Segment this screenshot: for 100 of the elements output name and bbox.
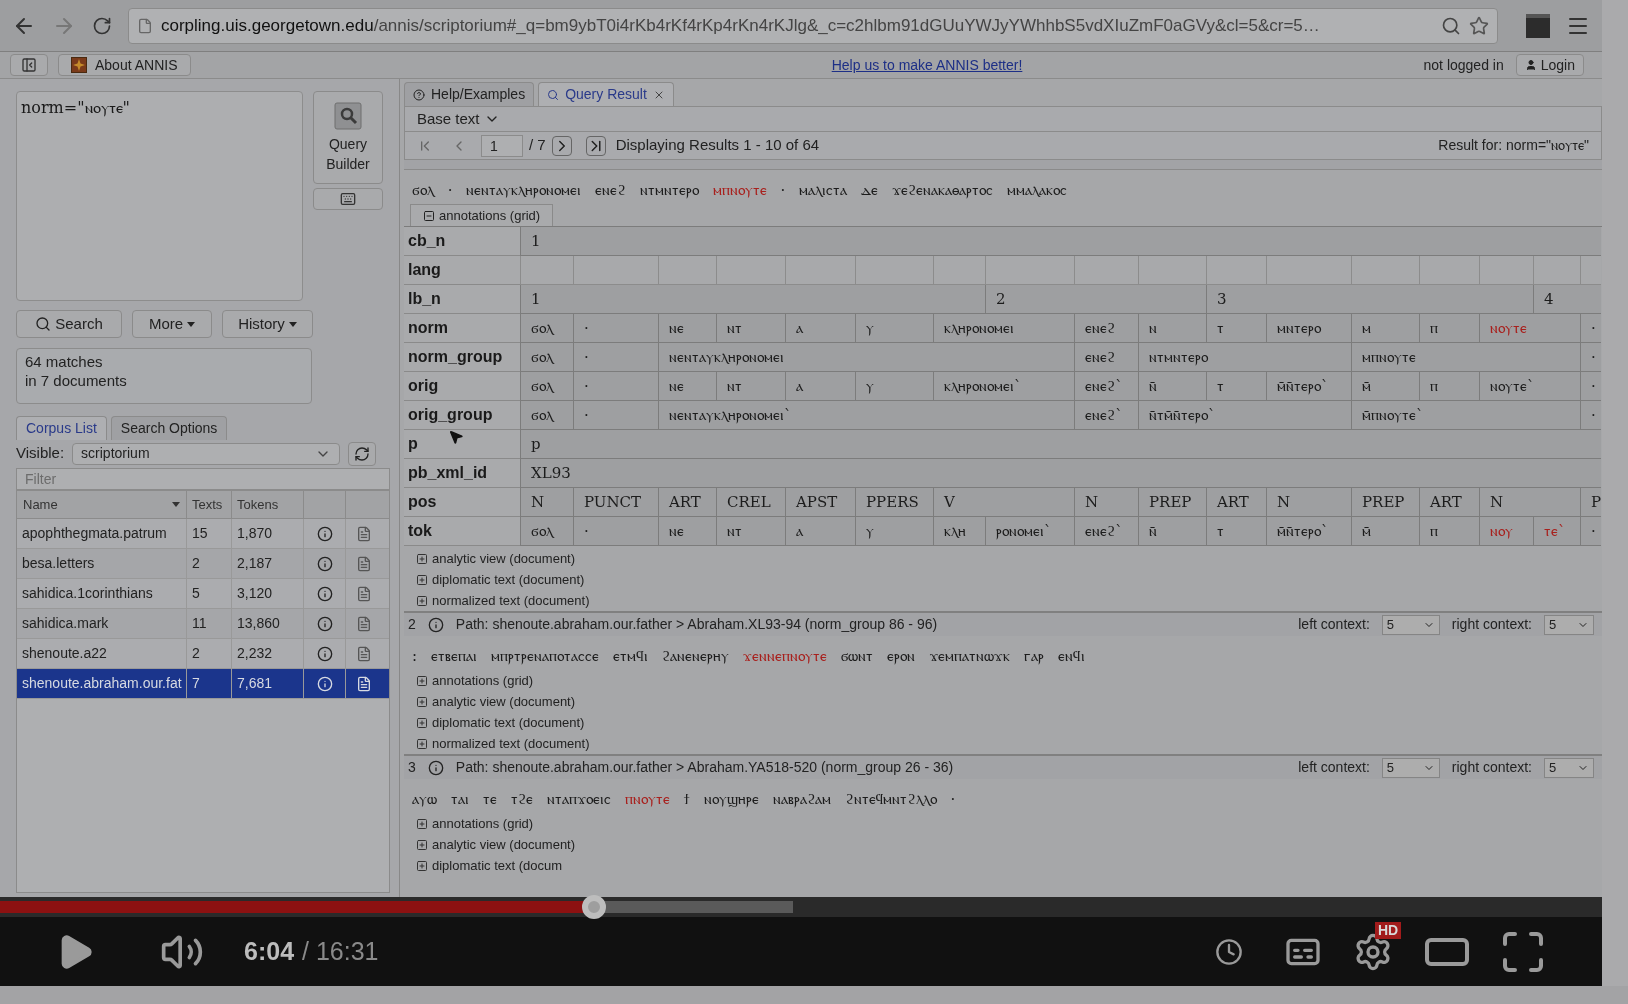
- scrubber-handle[interactable]: [582, 895, 607, 919]
- corpus-name: besa.letters: [17, 549, 187, 578]
- expander-label[interactable]: analytic view (document): [432, 691, 576, 712]
- grid-cell: ϭⲟⲗ: [520, 517, 573, 546]
- page-field[interactable]: 1: [481, 134, 523, 157]
- info-icon[interactable]: [427, 759, 444, 776]
- corpus-name: sahidica.mark: [17, 609, 187, 638]
- info-icon[interactable]: [316, 615, 333, 632]
- expander-label[interactable]: normalized text (document): [432, 733, 590, 754]
- grid-cell: ⲕⲗⲏ: [933, 517, 985, 546]
- grid-cell: ϭⲟⲗ: [520, 372, 573, 401]
- corpus-row[interactable]: apophthegmata.patrum 15 1,870: [17, 519, 389, 549]
- column-header[interactable]: Name: [17, 491, 187, 518]
- login-button[interactable]: Login: [1515, 54, 1584, 76]
- expander-label[interactable]: diplomatic text (document): [432, 569, 585, 590]
- expander-label[interactable]: analytic view (document): [432, 548, 576, 569]
- visible-select[interactable]: scriptorium: [72, 442, 341, 465]
- next-page-icon[interactable]: [551, 135, 572, 156]
- refresh-button[interactable]: [348, 441, 377, 466]
- grid-cell: ⲕⲗⲏⲣⲟⲛⲟⲙⲉⲓ`: [933, 372, 1074, 401]
- star-icon[interactable]: [1469, 15, 1489, 36]
- address-bar[interactable]: corpling.uis.georgetown.edu/annis/scriptorium#_q=bm9ybT0i4rKb4rKf4rKp4rKn4rKJlg&_c=c2hlbm91dGUuYWJyYWhhbS5vdXIuZmF0aGVy&cl=5&cr=5…: [128, 7, 1498, 44]
- token: ϩⲁⲛⲉⲛⲉⲣⲏⲩ: [661, 645, 730, 667]
- token-count: 7,681: [232, 669, 304, 698]
- info-icon[interactable]: [316, 555, 333, 572]
- total-time: / 16:31: [302, 935, 379, 967]
- result-tab[interactable]: Help/Examples: [404, 82, 535, 106]
- query-builder-button[interactable]: Query Builder: [313, 91, 383, 184]
- grid-cell: [520, 256, 573, 285]
- context-select[interactable]: 5: [1381, 757, 1440, 778]
- context-select[interactable]: 5: [1544, 614, 1594, 635]
- watch-later-icon[interactable]: [1215, 937, 1243, 966]
- grid-cell: [785, 256, 855, 285]
- grid-cell: ·: [573, 372, 658, 401]
- token: ϫⲉⲙⲡⲁⲧⲛⲱϫⲕ: [929, 645, 1010, 667]
- document-icon[interactable]: [356, 645, 372, 662]
- login-status: not logged in: [1423, 55, 1504, 75]
- grid-tab[interactable]: annotations (grid): [410, 204, 554, 226]
- query-editor[interactable]: norm="ⲛⲟⲩⲧⲉ": [16, 91, 303, 301]
- grid-cell: ⲧ: [1206, 372, 1266, 401]
- grid-cell: ⲛ̄: [1138, 372, 1206, 401]
- dropdown-button[interactable]: History: [222, 310, 313, 338]
- result-tab[interactable]: Query Result: [538, 82, 674, 106]
- refresh-icon: [354, 445, 371, 462]
- corpus-row[interactable]: besa.letters 2 2,187: [17, 549, 389, 579]
- sidebar-toggle-button[interactable]: [10, 54, 48, 76]
- corpus-name: shenoute.abraham.our.fat: [17, 669, 187, 698]
- column-header[interactable]: Texts: [187, 491, 232, 518]
- result-number: 2: [408, 615, 416, 634]
- grid-cell: ⲙ̄ⲛ̄ⲧⲉⲣⲟ`: [1266, 372, 1351, 401]
- context-select[interactable]: 5: [1544, 757, 1594, 778]
- keyboard-button[interactable]: [313, 188, 383, 210]
- token: ·: [950, 788, 956, 810]
- page-icon: [137, 17, 153, 34]
- corpus-row[interactable]: shenoute.abraham.our.fat 7 7,681: [17, 669, 389, 699]
- column-header[interactable]: Tokens: [232, 491, 304, 518]
- panel-tab[interactable]: Corpus List: [16, 416, 107, 440]
- about-button[interactable]: About ANNIS: [58, 54, 191, 76]
- token: ⲧⲉ: [483, 788, 497, 810]
- expander-label[interactable]: annotations (grid): [432, 670, 534, 691]
- corpus-row[interactable]: shenoute.a22 2 2,232: [17, 639, 389, 669]
- panel-tab[interactable]: Search Options: [110, 416, 228, 440]
- expander-label[interactable]: normalized text (document): [432, 590, 590, 611]
- base-text-select[interactable]: Base text: [404, 106, 1602, 132]
- search-button[interactable]: Search: [16, 310, 122, 338]
- grid-cell: [1138, 256, 1206, 285]
- token-count: 2,187: [232, 549, 304, 578]
- feedback-link[interactable]: Help us to make ANNIS better!: [831, 54, 1023, 76]
- grid-cell: ⲧ: [1206, 314, 1266, 343]
- document-icon[interactable]: [356, 585, 372, 602]
- extension-icon[interactable]: [1526, 13, 1550, 38]
- corpus-row[interactable]: sahidica.1corinthians 5 3,120: [17, 579, 389, 609]
- text-count: 5: [187, 579, 232, 608]
- token: ⲉⲧⲙϥⲓ: [613, 645, 648, 667]
- filter-field[interactable]: Filter: [16, 468, 390, 490]
- dropdown-button[interactable]: More: [132, 310, 212, 338]
- grid-cell: ⲙ̄ⲛ̄ⲧⲉⲣⲟ`: [1266, 517, 1351, 546]
- expander-label[interactable]: analytic view (document): [432, 834, 576, 855]
- corpus-row[interactable]: sahidica.mark 11 13,860: [17, 609, 389, 639]
- search-icon[interactable]: [1441, 15, 1461, 36]
- info-icon[interactable]: [316, 645, 333, 662]
- reload-icon[interactable]: [92, 15, 112, 36]
- context-select[interactable]: 5: [1381, 614, 1440, 635]
- grid-cell: [1580, 256, 1601, 285]
- caret-icon: [288, 321, 297, 327]
- last-page-icon[interactable]: [585, 135, 606, 156]
- expander-label[interactable]: diplomatic text (document): [432, 712, 585, 733]
- grid-cell: 3: [1206, 285, 1533, 314]
- grid-cell: ⲛⲉ: [658, 372, 716, 401]
- grid-cell: ⲙⲡⲛⲟⲩⲧⲉ: [1351, 343, 1580, 372]
- expander-label[interactable]: diplomatic text (docum: [432, 855, 563, 876]
- expander-label[interactable]: annotations (grid): [432, 813, 534, 834]
- grid-cell: p: [520, 430, 1601, 459]
- context-label: right context:: [1451, 615, 1532, 634]
- document-icon[interactable]: [356, 525, 372, 542]
- token: :: [412, 645, 418, 667]
- info-icon[interactable]: [316, 525, 333, 542]
- info-icon[interactable]: [316, 585, 333, 602]
- info-icon[interactable]: [427, 616, 444, 633]
- document-icon[interactable]: [356, 675, 372, 692]
